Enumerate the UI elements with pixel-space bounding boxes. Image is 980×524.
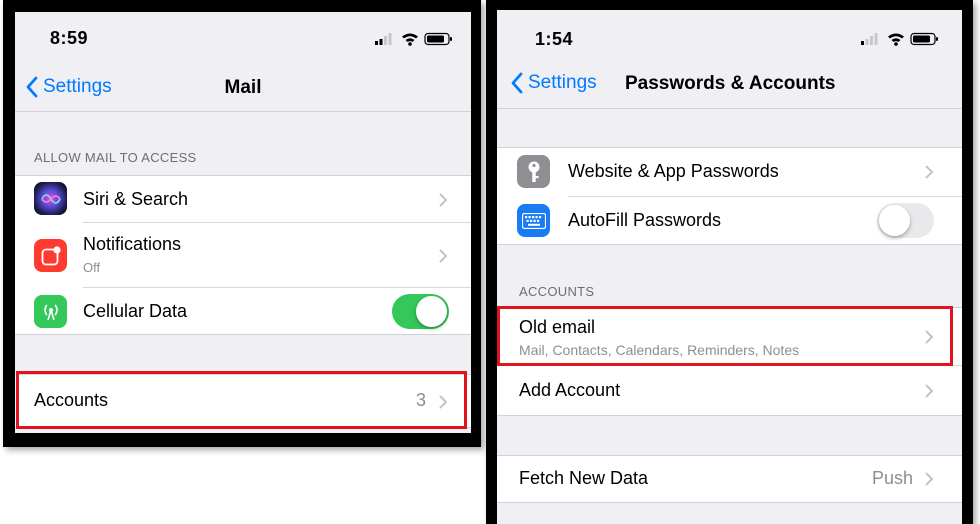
cellular-data-row: Cellular Data: [15, 288, 471, 335]
autofill-passwords-toggle[interactable]: [877, 203, 934, 238]
cellular-icon: [34, 295, 67, 328]
settings-back-button[interactable]: Settings: [510, 72, 597, 94]
nav-divider: [497, 108, 962, 109]
passwords-group: Website & App Passwords AutoFill Passwor…: [497, 147, 962, 245]
accounts-section-header: ACCOUNTS: [519, 284, 595, 299]
old-email-highlight-box: [497, 306, 953, 366]
toggle-knob: [416, 296, 447, 327]
status-time: 1:54: [535, 29, 574, 49]
notifications-icon: [34, 239, 67, 272]
chevron-right-icon: [925, 384, 934, 398]
mail-settings-screen: 8:59 Settings Mail ALLOW MAIL TO ACCESS …: [15, 12, 471, 433]
key-icon: [517, 155, 550, 188]
status-time: 8:59: [50, 28, 89, 48]
autofill-passwords-row: AutoFill Passwords: [497, 197, 962, 245]
fetch-new-data-row[interactable]: Fetch New Data Push: [497, 456, 962, 502]
fetch-new-data-value: Push: [872, 468, 914, 488]
nav-divider: [15, 111, 471, 112]
chevron-left-icon: [511, 72, 523, 94]
website-app-passwords-row[interactable]: Website & App Passwords: [497, 148, 962, 196]
autofill-passwords-label: AutoFill Passwords: [568, 210, 722, 230]
right-phone-frame: 1:54 Settings Passwords & Accounts Websi…: [486, 0, 973, 524]
fetch-new-data-label: Fetch New Data: [519, 468, 649, 488]
page-title: Mail: [224, 77, 262, 98]
notifications-status: Off: [83, 260, 101, 275]
passwords-accounts-screen: 1:54 Settings Passwords & Accounts Websi…: [497, 10, 962, 524]
chevron-right-icon: [439, 193, 448, 207]
accounts-highlight-box: [16, 371, 467, 429]
chevron-right-icon: [439, 249, 448, 263]
add-account-row[interactable]: Add Account: [497, 366, 962, 415]
cellular-data-toggle[interactable]: [392, 294, 449, 329]
add-account-label: Add Account: [519, 380, 621, 400]
notifications-label: Notifications: [83, 234, 182, 254]
section-header: ALLOW MAIL TO ACCESS: [34, 150, 197, 165]
left-phone-frame: 8:59 Settings Mail ALLOW MAIL TO ACCESS …: [3, 0, 481, 447]
page-title: Passwords & Accounts: [625, 73, 836, 94]
back-label: Settings: [528, 72, 597, 93]
notifications-row[interactable]: Notifications Off: [15, 223, 471, 287]
website-app-passwords-label: Website & App Passwords: [568, 161, 779, 181]
chevron-right-icon: [925, 165, 934, 179]
access-settings-group: Siri & Search Notifications Off Cellular…: [15, 175, 471, 335]
signal-wifi-battery-icon: [861, 32, 938, 46]
keyboard-icon: [517, 204, 550, 237]
chevron-right-icon: [925, 472, 934, 486]
status-icons: [375, 32, 453, 51]
toggle-knob: [879, 205, 910, 236]
siri-search-row[interactable]: Siri & Search: [15, 176, 471, 222]
signal-wifi-battery-icon: [375, 32, 452, 46]
cellular-data-label: Cellular Data: [83, 301, 188, 321]
status-icons: [861, 32, 939, 51]
fetch-group: Fetch New Data Push: [497, 455, 962, 503]
siri-search-label: Siri & Search: [83, 189, 189, 209]
siri-icon: [34, 182, 67, 215]
